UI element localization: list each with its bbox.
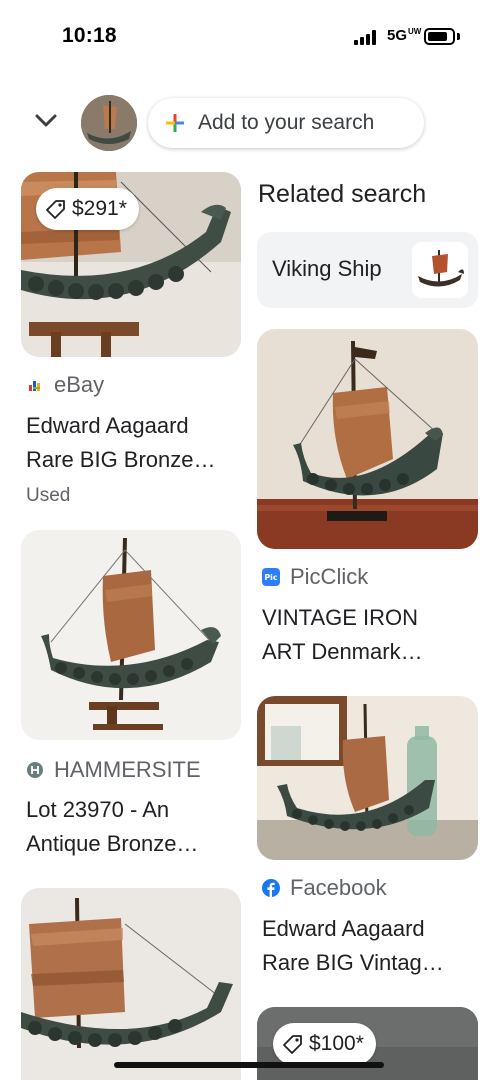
source-label: PicClick bbox=[290, 564, 369, 589]
price-label: $291* bbox=[72, 197, 127, 220]
price-tag: $291* bbox=[36, 188, 139, 230]
source-label: HAMMERSITE bbox=[54, 757, 201, 782]
related-chip-label: Viking Ship bbox=[272, 256, 382, 281]
home-indicator[interactable] bbox=[114, 1062, 384, 1068]
result-image-picclick[interactable] bbox=[257, 329, 478, 549]
result-title[interactable]: Lot 23970 - An Antique Bronze… bbox=[26, 793, 242, 861]
source-label: Facebook bbox=[290, 875, 387, 900]
title-line: VINTAGE IRON bbox=[262, 605, 419, 630]
condition-label: Used bbox=[26, 485, 71, 506]
battery-icon bbox=[424, 28, 455, 45]
search-image-thumbnail[interactable] bbox=[81, 95, 137, 151]
result-source[interactable]: Pic PicClick bbox=[262, 564, 368, 590]
result-image-facebook[interactable] bbox=[257, 696, 478, 860]
svg-text:Pic: Pic bbox=[264, 573, 278, 582]
title-line: Rare BIG Bronze… bbox=[26, 447, 216, 472]
result-source[interactable]: Facebook bbox=[262, 875, 387, 901]
status-time: 10:18 bbox=[62, 24, 117, 47]
result-title[interactable]: Edward Aagaard Rare BIG Bronze… bbox=[26, 409, 242, 477]
add-to-search-label: Add to your search bbox=[198, 111, 375, 134]
title-line: Antique Bronze… bbox=[26, 831, 199, 856]
price-label: $100* bbox=[309, 1032, 364, 1055]
network-label: 5GUW bbox=[387, 27, 422, 44]
title-line: Rare BIG Vintag… bbox=[262, 950, 444, 975]
status-bar: 10:18 5GUW bbox=[0, 0, 498, 76]
price-tag-icon bbox=[283, 1035, 302, 1054]
result-image-3[interactable] bbox=[21, 888, 241, 1080]
chevron-down-icon[interactable] bbox=[33, 108, 59, 134]
add-to-search-button[interactable]: Add to your search bbox=[148, 98, 424, 148]
related-chip-thumbnail bbox=[412, 242, 468, 298]
hammersite-icon bbox=[27, 762, 43, 778]
result-title[interactable]: VINTAGE IRON ART Denmark… bbox=[262, 601, 478, 669]
title-line: Edward Aagaard bbox=[26, 413, 189, 438]
result-source[interactable]: HAMMERSITE bbox=[26, 757, 201, 783]
facebook-icon bbox=[262, 879, 280, 897]
title-line: ART Denmark… bbox=[262, 639, 423, 664]
price-tag-icon bbox=[46, 200, 65, 219]
title-line: Edward Aagaard bbox=[262, 916, 425, 941]
picclick-icon: Pic bbox=[262, 568, 280, 586]
result-source[interactable]: eBay bbox=[26, 372, 104, 398]
related-search-heading: Related search bbox=[258, 180, 427, 208]
ebay-icon bbox=[29, 381, 40, 391]
related-search-chip[interactable]: Viking Ship bbox=[257, 232, 478, 308]
result-image-hammersite[interactable] bbox=[21, 530, 241, 740]
title-line: Lot 23970 - An bbox=[26, 797, 170, 822]
source-label: eBay bbox=[54, 372, 105, 397]
plus-icon bbox=[166, 114, 184, 132]
signal-icon bbox=[354, 30, 380, 45]
battery-tip bbox=[457, 33, 460, 40]
price-tag: $100* bbox=[273, 1023, 376, 1065]
result-title[interactable]: Edward Aagaard Rare BIG Vintag… bbox=[262, 912, 478, 980]
